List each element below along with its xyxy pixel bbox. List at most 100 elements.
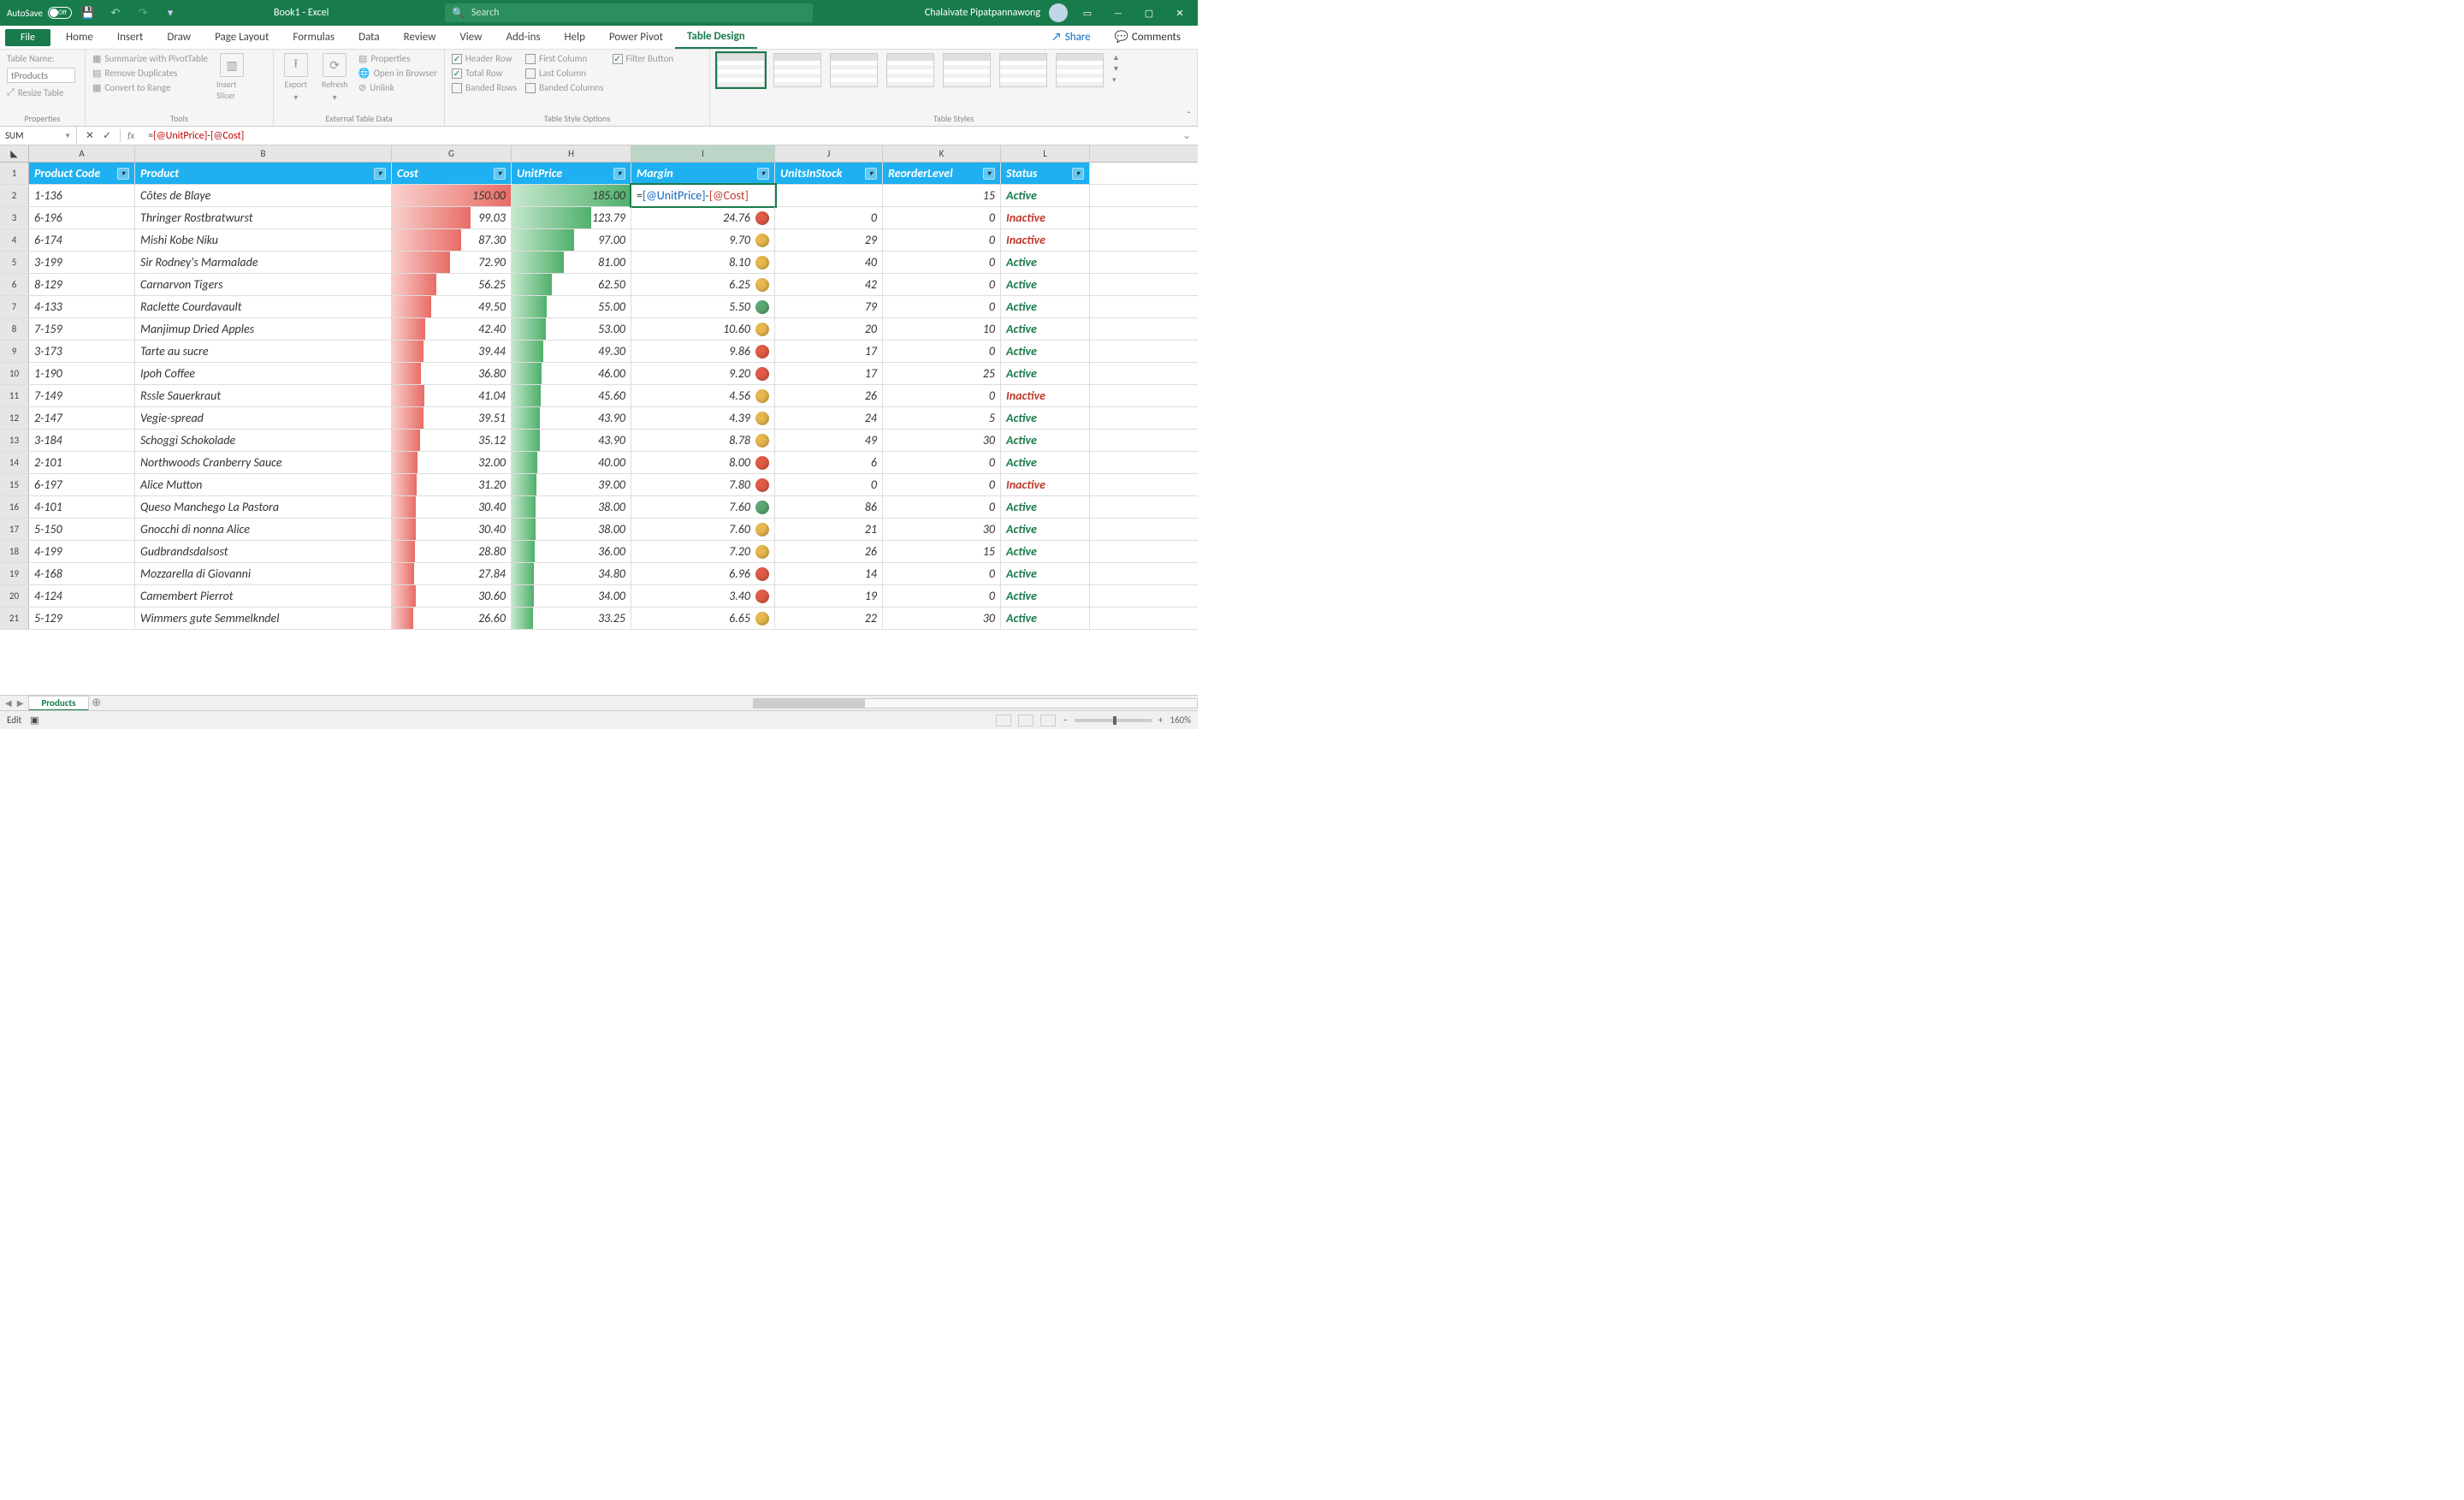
cell-product-code[interactable]: 3-184 [29, 430, 135, 451]
cell-product-code[interactable]: 4-199 [29, 541, 135, 562]
cell-units-in-stock[interactable]: 40 [775, 252, 883, 273]
cell-units-in-stock[interactable]: 0 [775, 474, 883, 495]
cell-product-code[interactable]: 7-149 [29, 385, 135, 406]
first-column-check[interactable]: First Column [525, 53, 603, 64]
filter-icon[interactable]: ▾ [1072, 168, 1084, 180]
cell-margin[interactable]: 9.20 [631, 363, 775, 384]
column-header-L[interactable]: L [1001, 145, 1090, 162]
cell-cost[interactable]: 42.40 [392, 318, 512, 340]
sheet-tab-products[interactable]: Products [28, 696, 88, 711]
user-name[interactable]: Chalaivate Pipatpannawong [925, 7, 1040, 19]
cell-product-code[interactable]: 7-159 [29, 318, 135, 340]
cell-status[interactable]: Active [1001, 563, 1090, 584]
zoom-in-icon[interactable]: + [1158, 714, 1163, 726]
cell-cost[interactable]: 27.84 [392, 563, 512, 584]
tab-view[interactable]: View [447, 26, 494, 49]
cell-status[interactable]: Inactive [1001, 474, 1090, 495]
cell-product-code[interactable]: 2-147 [29, 407, 135, 429]
column-header-J[interactable]: J [775, 145, 883, 162]
cell-units-in-stock[interactable]: 19 [775, 585, 883, 607]
cell-cost[interactable]: 36.80 [392, 363, 512, 384]
cell-reorder-level[interactable]: 0 [883, 252, 1001, 273]
row-header[interactable]: 6 [0, 274, 29, 295]
column-header-K[interactable]: K [883, 145, 1001, 162]
cell-margin[interactable]: 9.70 [631, 229, 775, 251]
table-name-input[interactable] [7, 68, 75, 83]
cell-cost[interactable]: 49.50 [392, 296, 512, 317]
cell-product[interactable]: Côtes de Blaye [135, 185, 392, 206]
cell-unitprice[interactable]: 33.25 [512, 608, 631, 629]
cell-unitprice[interactable]: 97.00 [512, 229, 631, 251]
tab-data[interactable]: Data [346, 26, 392, 49]
cell-status[interactable]: Inactive [1001, 229, 1090, 251]
horizontal-scrollbar[interactable] [753, 698, 1198, 708]
row-header[interactable]: 19 [0, 563, 29, 584]
cell-unitprice[interactable]: 81.00 [512, 252, 631, 273]
cell-status[interactable]: Active [1001, 341, 1090, 362]
cell-product[interactable]: Wimmers gute Semmelkndel [135, 608, 392, 629]
cell-unitprice[interactable]: 40.00 [512, 452, 631, 473]
cell-reorder-level[interactable]: 0 [883, 207, 1001, 228]
cell-product[interactable]: Schoggi Schokolade [135, 430, 392, 451]
cell-status[interactable]: Inactive [1001, 385, 1090, 406]
cell-margin[interactable]: 7.20 [631, 541, 775, 562]
table-header-cost[interactable]: Cost▾ [392, 163, 512, 184]
cell-reorder-level[interactable]: 0 [883, 474, 1001, 495]
cell-cost[interactable]: 72.90 [392, 252, 512, 273]
cell-status[interactable]: Active [1001, 585, 1090, 607]
cell-margin[interactable]: 7.60 [631, 496, 775, 518]
cell-margin[interactable]: 7.80 [631, 474, 775, 495]
maximize-icon[interactable]: ▢ [1138, 2, 1160, 24]
last-column-check[interactable]: Last Column [525, 68, 603, 79]
cell-status[interactable]: Active [1001, 496, 1090, 518]
comments-button[interactable]: 💬 Comments [1103, 26, 1193, 49]
cancel-formula-icon[interactable]: ✕ [86, 129, 94, 142]
cell-unitprice[interactable]: 34.80 [512, 563, 631, 584]
cell-product-code[interactable]: 5-129 [29, 608, 135, 629]
row-header[interactable]: 5 [0, 252, 29, 273]
cell-product[interactable]: Carnarvon Tigers [135, 274, 392, 295]
cell-reorder-level[interactable]: 0 [883, 452, 1001, 473]
summarize-pivot-button[interactable]: ▦ Summarize with PivotTable [92, 53, 208, 64]
cell-reorder-level[interactable]: 0 [883, 296, 1001, 317]
normal-view-icon[interactable] [996, 714, 1011, 726]
cell-product[interactable]: Mishi Kobe Niku [135, 229, 392, 251]
worksheet-grid[interactable]: ◣ ABGHIJKL 1Product Code▾Product▾Cost▾Un… [0, 145, 1198, 695]
cell-unitprice[interactable]: 34.00 [512, 585, 631, 607]
share-button[interactable]: ↗ Share [1040, 26, 1102, 49]
cell-units-in-stock[interactable]: 22 [775, 608, 883, 629]
cell-unitprice[interactable]: 55.00 [512, 296, 631, 317]
cell-reorder-level[interactable]: 15 [883, 185, 1001, 206]
tab-home[interactable]: Home [54, 26, 105, 49]
cell-product[interactable]: Ipoh Coffee [135, 363, 392, 384]
gallery-more-icon[interactable]: ▾ [1112, 75, 1120, 85]
page-break-view-icon[interactable] [1040, 714, 1056, 726]
convert-range-button[interactable]: ▦ Convert to Range [92, 82, 208, 93]
cell-unitprice[interactable]: 43.90 [512, 407, 631, 429]
column-header-B[interactable]: B [135, 145, 392, 162]
cell-status[interactable]: Inactive [1001, 207, 1090, 228]
cell-unitprice[interactable]: 39.00 [512, 474, 631, 495]
cell-product[interactable]: Northwoods Cranberry Sauce [135, 452, 392, 473]
search-input[interactable]: 🔍 Search [445, 3, 813, 22]
row-header[interactable]: 16 [0, 496, 29, 518]
filter-icon[interactable]: ▾ [613, 168, 625, 180]
cell-unitprice[interactable]: 36.00 [512, 541, 631, 562]
row-header[interactable]: 3 [0, 207, 29, 228]
cell-reorder-level[interactable]: 30 [883, 608, 1001, 629]
cell-reorder-level[interactable]: 0 [883, 563, 1001, 584]
autosave-toggle[interactable]: AutoSave Off [7, 7, 72, 19]
cell-reorder-level[interactable]: 0 [883, 585, 1001, 607]
name-box[interactable]: SUM▼ [0, 127, 77, 145]
collapse-ribbon-icon[interactable]: ˆ [1187, 110, 1191, 122]
cell-cost[interactable]: 30.40 [392, 519, 512, 540]
cell-margin[interactable]: 9.86 [631, 341, 775, 362]
avatar[interactable] [1049, 3, 1068, 22]
cell-reorder-level[interactable]: 25 [883, 363, 1001, 384]
filter-icon[interactable]: ▾ [117, 168, 129, 180]
cell-units-in-stock[interactable]: 49 [775, 430, 883, 451]
cell-product-code[interactable]: 8-129 [29, 274, 135, 295]
cell-status[interactable]: Active [1001, 407, 1090, 429]
cell-status[interactable]: Active [1001, 430, 1090, 451]
macro-record-icon[interactable]: ▣ [30, 714, 38, 726]
